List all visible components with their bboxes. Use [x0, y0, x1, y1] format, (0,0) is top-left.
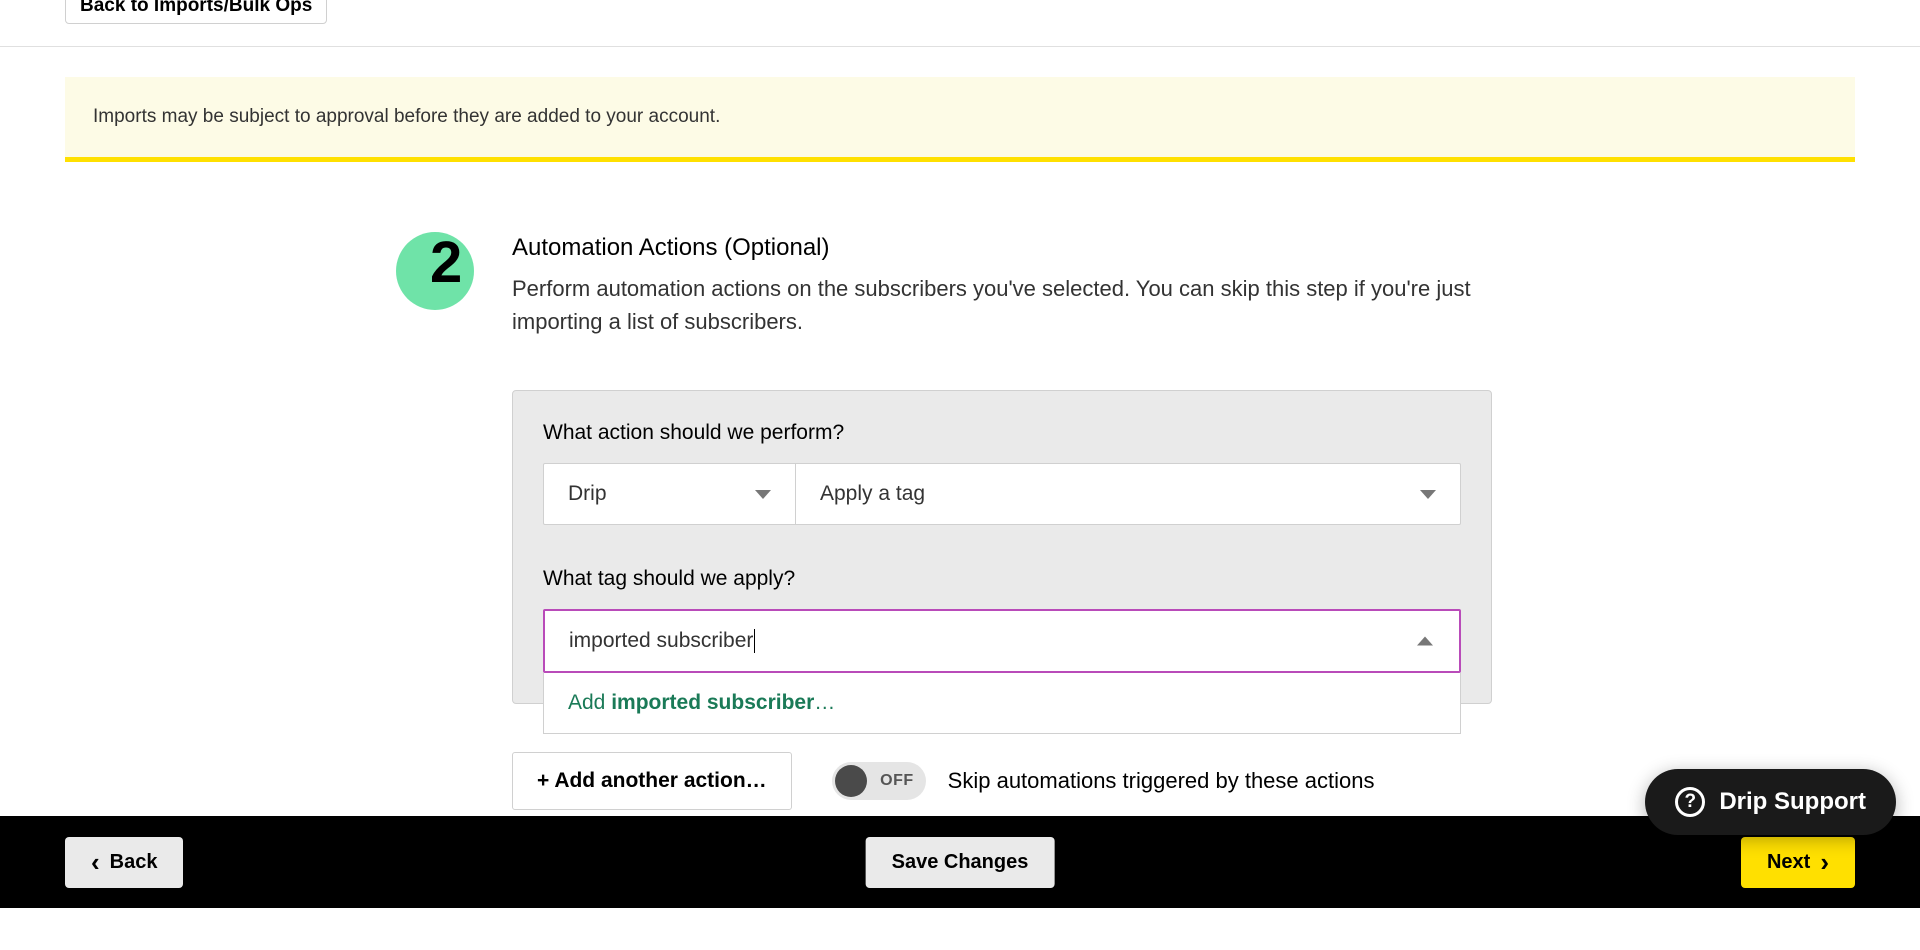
step-number: 2	[430, 234, 462, 292]
back-to-imports-link[interactable]: Back to Imports/Bulk Ops	[65, 0, 327, 24]
toggle-knob	[835, 765, 867, 797]
dropdown-suffix: …	[814, 691, 835, 714]
header-divider	[0, 46, 1920, 47]
back-button[interactable]: Back	[65, 837, 183, 888]
help-icon: ?	[1675, 787, 1705, 817]
approval-notice-text: Imports may be subject to approval befor…	[93, 106, 720, 127]
next-button[interactable]: Next	[1741, 837, 1855, 888]
action-select-value: Apply a tag	[820, 482, 925, 506]
skip-automations-toggle[interactable]: OFF	[832, 762, 926, 800]
caret-down-icon	[1420, 490, 1436, 499]
next-button-label: Next	[1767, 851, 1810, 874]
tag-input-value: imported subscriber	[569, 629, 755, 653]
drip-support-label: Drip Support	[1719, 788, 1866, 816]
skip-automations-label: Skip automations triggered by these acti…	[948, 768, 1375, 794]
action-select[interactable]: Apply a tag	[796, 463, 1461, 525]
source-select-value: Drip	[568, 482, 607, 506]
tag-autocomplete-option[interactable]: Add imported subscriber…	[543, 673, 1461, 734]
source-select[interactable]: Drip	[543, 463, 796, 525]
save-changes-label: Save Changes	[892, 851, 1029, 874]
toggle-state-label: OFF	[880, 772, 914, 790]
dropdown-prefix: Add	[568, 691, 611, 714]
caret-up-icon	[1417, 637, 1433, 646]
save-changes-button[interactable]: Save Changes	[866, 837, 1055, 888]
step-title: Automation Actions (Optional)	[512, 234, 1520, 262]
back-button-label: Back	[110, 851, 158, 874]
footer-bar: Back Save Changes Next	[0, 816, 1920, 908]
add-another-action-button[interactable]: + Add another action…	[512, 752, 792, 810]
action-label: What action should we perform?	[543, 421, 1461, 445]
dropdown-term: imported subscriber	[611, 691, 814, 714]
step-description: Perform automation actions on the subscr…	[512, 272, 1472, 338]
caret-down-icon	[755, 490, 771, 499]
tag-input[interactable]: imported subscriber	[543, 609, 1461, 673]
step-badge: 2	[396, 232, 474, 310]
action-card: What action should we perform? Drip Appl…	[512, 390, 1492, 704]
drip-support-button[interactable]: ? Drip Support	[1645, 769, 1896, 835]
approval-notice: Imports may be subject to approval befor…	[65, 77, 1855, 162]
tag-label: What tag should we apply?	[543, 567, 1461, 591]
